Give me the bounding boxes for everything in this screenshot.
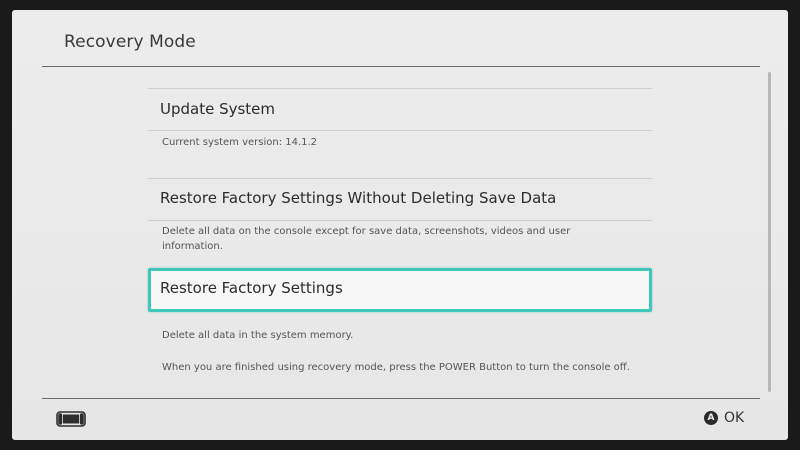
a-button-icon: A	[704, 411, 718, 425]
handheld-console-icon	[56, 411, 86, 427]
ok-button[interactable]: A OK	[704, 408, 744, 428]
option-description: Delete all data in the system memory.	[162, 330, 354, 341]
divider	[148, 220, 652, 221]
header-divider	[42, 66, 760, 67]
option-restore-factory-settings[interactable]: Restore Factory Settings	[148, 268, 652, 312]
option-label: Restore Factory Settings Without Deletin…	[160, 189, 557, 207]
divider	[148, 88, 652, 89]
divider	[148, 130, 652, 131]
option-restore-factory-settings-keep-save-data[interactable]: Restore Factory Settings Without Deletin…	[148, 179, 652, 219]
power-off-instructions: When you are finished using recovery mod…	[162, 362, 630, 373]
option-description: Current system version: 14.1.2	[162, 137, 318, 148]
option-description: Delete all data on the console except fo…	[162, 226, 571, 252]
recovery-mode-screen: Recovery Mode Update System Current syst…	[12, 10, 788, 440]
option-update-system[interactable]: Update System	[148, 90, 652, 130]
header: Recovery Mode	[12, 10, 788, 67]
page-title: Recovery Mode	[64, 32, 196, 52]
option-label: Restore Factory Settings	[160, 279, 343, 297]
option-label: Update System	[160, 100, 276, 118]
footer-divider	[42, 398, 760, 399]
ok-label: OK	[724, 410, 745, 426]
scrollbar[interactable]	[768, 72, 771, 392]
